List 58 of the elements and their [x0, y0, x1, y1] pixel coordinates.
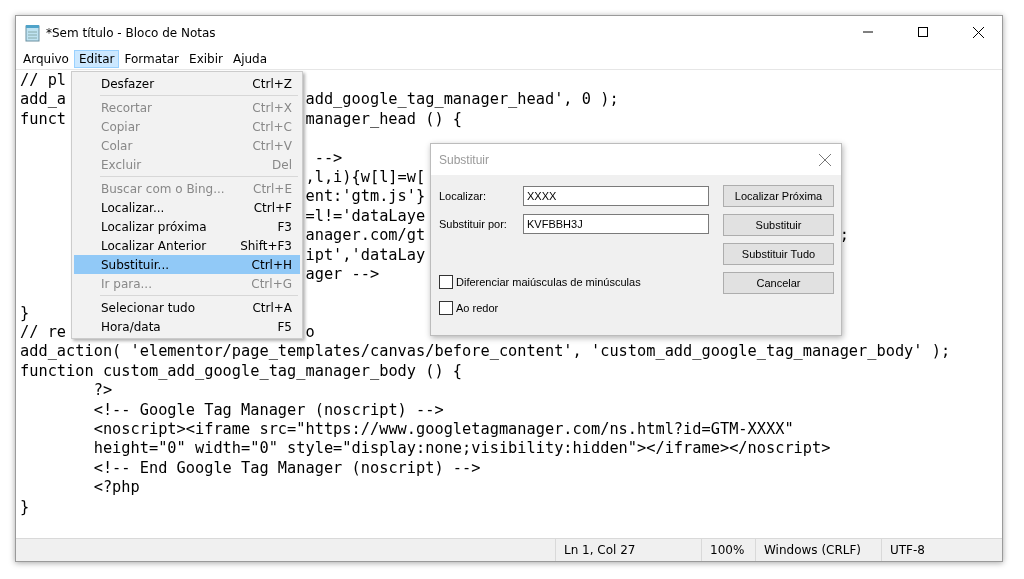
checkbox[interactable] [439, 275, 453, 289]
field-label: Localizar: [439, 190, 488, 202]
menu-bar-item[interactable]: Editar [73, 50, 120, 68]
code-text: ager --> [305, 264, 380, 283]
menu-item[interactable]: Selecionar tudo Ctrl+A [74, 298, 300, 317]
menu-item[interactable]: Desfazer Ctrl+Z [74, 74, 300, 93]
code-text: ; [839, 226, 849, 245]
code-text: ,l,i){w[l]=w[ [305, 167, 426, 186]
menu-bar-item[interactable]: Ajuda [227, 50, 273, 68]
dialog-button[interactable]: Localizar Próxima [723, 185, 834, 207]
maximize-icon[interactable] [918, 27, 928, 37]
code-text: <noscript><iframe src="https://www.googletagmanager.com/ns.html?id=GTM-XXXX" [92, 420, 794, 439]
code-text: manager_head () { [305, 109, 463, 128]
input-field[interactable]: KVFBBH3J [523, 214, 709, 234]
menu-item[interactable]: Localizar próxima F3 [74, 217, 300, 236]
menu-item[interactable]: Substituir... Ctrl+H [74, 255, 300, 274]
menu-item[interactable]: Localizar... Ctrl+F [74, 198, 300, 217]
status-bar-cell: UTF-8 [881, 539, 1002, 561]
menu-bar-item[interactable]: Exibir [184, 50, 228, 68]
dialog-button[interactable]: Substituir [723, 214, 834, 236]
code-text: o [305, 323, 315, 342]
code-text: add_a [20, 90, 67, 109]
close-icon[interactable] [973, 27, 984, 38]
code-text: height="0" width="0" style="display:none;visibility:hidden"></iframe></noscript> [92, 439, 831, 458]
code-text: =l!='dataLaye [305, 206, 426, 225]
code-text: anager.com/gt [305, 226, 426, 245]
status-bar-cell: Windows (CRLF) [755, 539, 881, 561]
code-text: ent:'gtm.js'} [305, 187, 426, 206]
checkbox-label: Ao redor [456, 302, 499, 314]
code-text: funct [20, 109, 67, 128]
input-field[interactable]: XXXX [523, 186, 709, 206]
checkbox-label: Diferenciar maiúsculas de minúsculas [456, 276, 641, 288]
code-text: --> [313, 148, 343, 167]
code-text: } [20, 303, 30, 322]
status-bar-cell: 100% [701, 539, 755, 561]
menu-item[interactable]: Localizar Anterior Shift+F3 [74, 236, 300, 255]
code-text: // pl [20, 71, 67, 89]
dialog-button[interactable]: Cancelar [723, 272, 834, 294]
dialog-button[interactable]: Substituir Tudo [723, 243, 834, 265]
status-bar-cell: Ln 1, Col 27 [555, 539, 701, 561]
code-text: // re [20, 323, 67, 342]
code-text: <?php [92, 478, 140, 497]
checkbox[interactable] [439, 301, 453, 315]
code-text: function custom_add_google_tag_manager_body () { [20, 361, 463, 380]
code-text: ipt','dataLay [305, 245, 426, 264]
code-text: } [20, 497, 30, 516]
code-text: ?> [92, 381, 113, 400]
code-text: <!-- End Google Tag Manager (noscript) --> [92, 458, 481, 477]
menu-bar-item[interactable]: Formatar [119, 50, 185, 68]
notepad-icon [24, 23, 42, 42]
window-title: *Sem título - Bloco de Notas [46, 25, 216, 40]
code-text: <!-- Google Tag Manager (noscript) --> [92, 400, 444, 419]
code-text: add_google_tag_manager_head', 0 ); [305, 90, 619, 109]
menu-bar-item[interactable]: Arquivo [18, 50, 74, 68]
dialog-title: Substituir [439, 152, 490, 167]
menu-item[interactable]: Hora/data F5 [74, 317, 300, 336]
code-text: add_action( 'elementor/page_templates/canvas/before_content', 'custom_add_google_tag_manager_body' ); [20, 342, 951, 361]
field-label: Substituir por: [439, 218, 508, 230]
